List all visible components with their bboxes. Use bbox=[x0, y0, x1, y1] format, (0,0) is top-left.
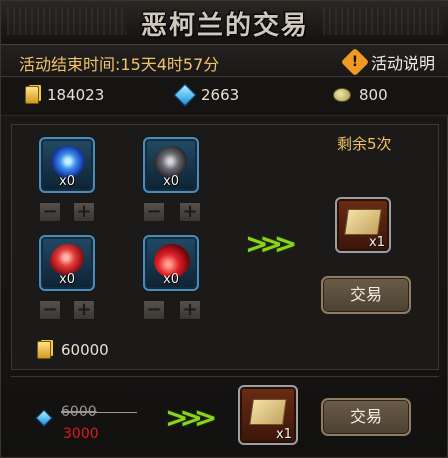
decrease-button[interactable]: − bbox=[143, 300, 165, 320]
discount-price: 3000 bbox=[63, 426, 99, 442]
coin-icon bbox=[333, 88, 351, 102]
gold-ingot-icon bbox=[37, 341, 51, 359]
event-end-time: 活动结束时间:15天4时57分 bbox=[19, 55, 220, 74]
remaining-trades: 剩余5次 bbox=[337, 135, 392, 153]
material-qty: x0 bbox=[59, 174, 75, 189]
scroll-icon bbox=[249, 399, 287, 425]
reward-slot-scroll[interactable]: x1 bbox=[335, 197, 391, 253]
gold-cost: 60000 bbox=[37, 341, 109, 359]
gold-ingot-icon bbox=[25, 86, 39, 104]
trade-arrow-icon: >>> bbox=[245, 227, 297, 260]
reward-qty: x1 bbox=[369, 235, 385, 250]
currency-coin: 800 bbox=[333, 86, 388, 104]
trade-button[interactable]: 交易 bbox=[321, 398, 411, 436]
decrease-button[interactable]: − bbox=[143, 202, 165, 222]
increase-button[interactable]: + bbox=[73, 202, 95, 222]
increase-button[interactable]: + bbox=[179, 300, 201, 320]
blue-gem-icon bbox=[35, 409, 53, 427]
page-title: 恶柯兰的交易 bbox=[140, 11, 309, 41]
material-slot-blood-drop[interactable]: x0 bbox=[143, 235, 199, 291]
coin-amount: 800 bbox=[359, 86, 388, 104]
material-qty: x0 bbox=[59, 272, 75, 287]
info-row: 活动结束时间:15天4时57分 ! 活动说明 bbox=[1, 45, 448, 77]
decrease-button[interactable]: − bbox=[39, 202, 61, 222]
exclamation-diamond-icon: ! bbox=[340, 47, 370, 77]
material-slot-dark-orb[interactable]: x0 bbox=[143, 137, 199, 193]
trade-panel: 恶柯兰的交易 活动结束时间:15天4时57分 ! 活动说明 184023 266… bbox=[0, 0, 448, 458]
material-slot-red-orb[interactable]: x0 bbox=[39, 235, 95, 291]
reward-slot-scroll[interactable]: x1 bbox=[238, 385, 298, 445]
scroll-icon bbox=[344, 209, 382, 235]
increase-button[interactable]: + bbox=[73, 300, 95, 320]
trade-arrow-icon: >>> bbox=[165, 401, 217, 434]
blue-gem-icon bbox=[173, 83, 197, 107]
reward-qty: x1 bbox=[276, 427, 292, 442]
material-slot-blue-orb[interactable]: x0 bbox=[39, 137, 95, 193]
currency-row: 184023 2663 800 bbox=[1, 78, 448, 116]
currency-gem: 2663 bbox=[173, 83, 240, 107]
section-divider bbox=[11, 376, 439, 377]
title-bar: 恶柯兰的交易 bbox=[1, 1, 448, 45]
event-help-label: 活动说明 bbox=[370, 54, 435, 73]
currency-gold: 184023 bbox=[25, 86, 104, 104]
trade-button[interactable]: 交易 bbox=[321, 276, 411, 314]
strikethrough-line bbox=[61, 412, 137, 413]
event-help-button[interactable]: ! 活动说明 bbox=[340, 47, 435, 77]
material-qty: x0 bbox=[163, 272, 179, 287]
increase-button[interactable]: + bbox=[179, 202, 201, 222]
decrease-button[interactable]: − bbox=[39, 300, 61, 320]
material-qty: x0 bbox=[163, 174, 179, 189]
gold-amount: 184023 bbox=[47, 86, 105, 104]
gem-amount: 2663 bbox=[201, 86, 240, 104]
gold-cost-amount: 60000 bbox=[61, 341, 109, 359]
